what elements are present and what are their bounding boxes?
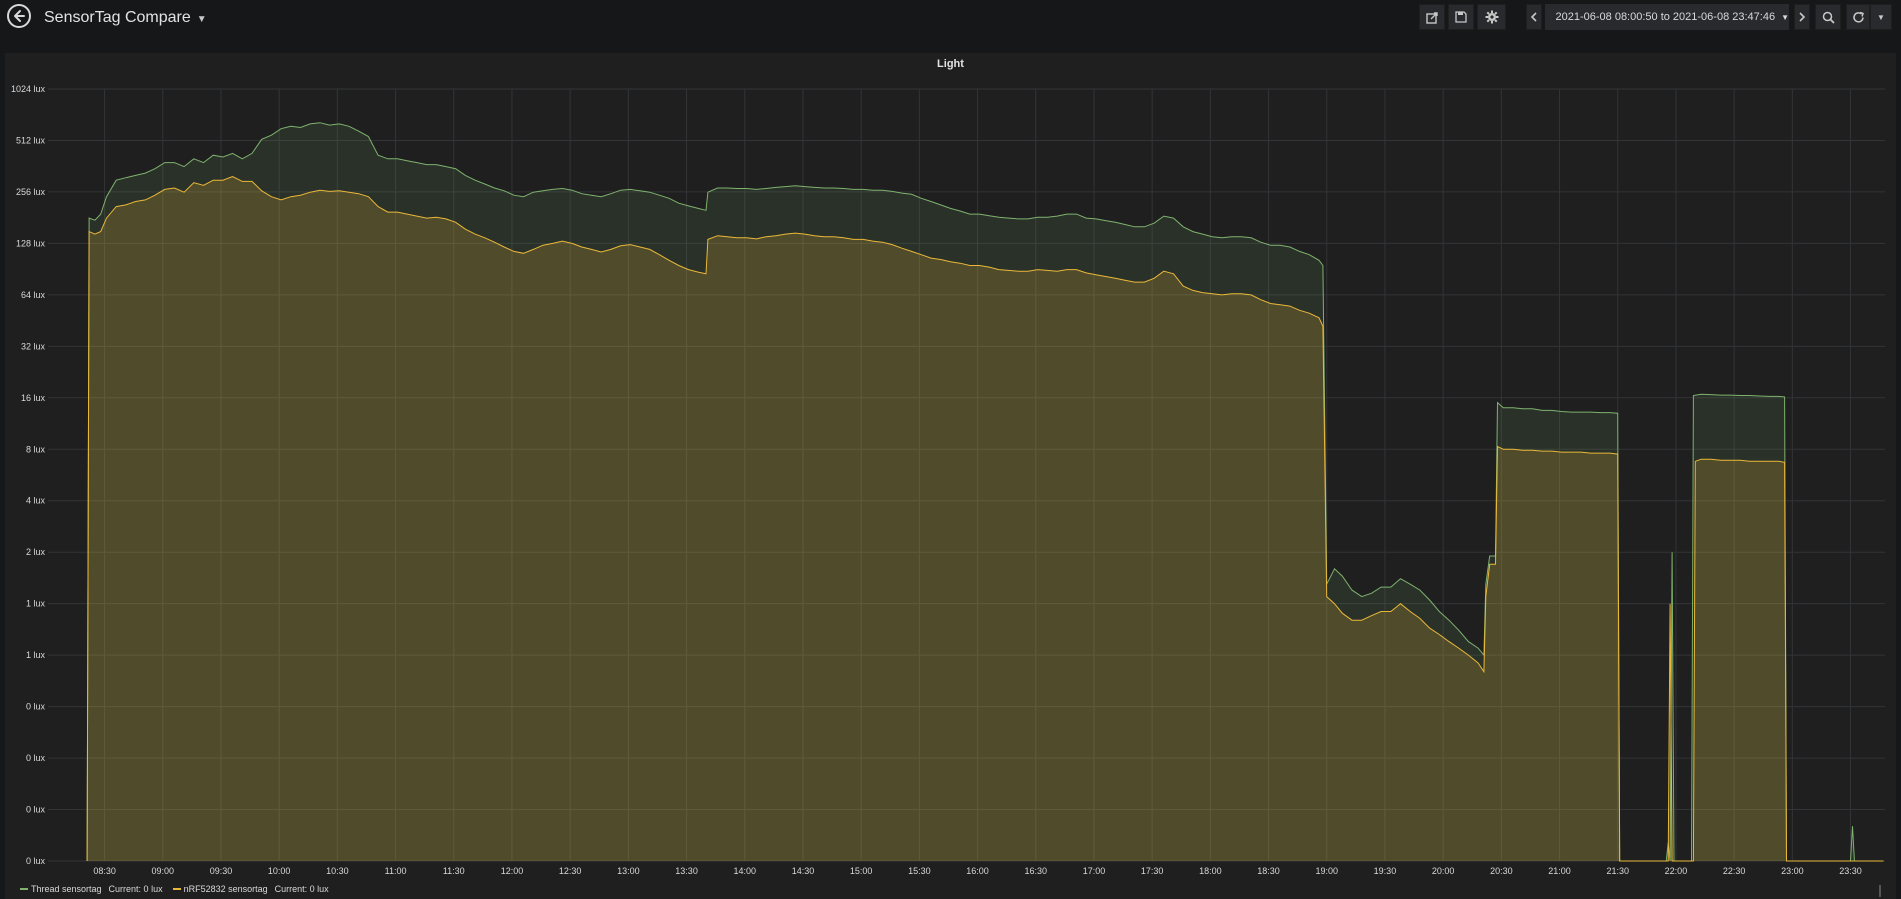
x-axis: 08:30 09:00 09:30 10:00 10:30 11:00 11:30 12:00…	[93, 866, 1861, 876]
x-tick-label: 21:00	[1548, 866, 1571, 876]
y-tick-label: 256 lux	[16, 187, 46, 197]
x-tick-label: 14:30	[792, 866, 815, 876]
legend-swatch	[20, 888, 28, 890]
x-tick-label: 13:00	[617, 866, 640, 876]
x-tick-label: 15:00	[850, 866, 873, 876]
legend-current: Current: 0 lux	[108, 884, 163, 894]
legend-item-nrf52832[interactable]: nRF52832 sensortag Current: 0 lux	[172, 884, 329, 894]
x-tick-label: 20:00	[1432, 866, 1455, 876]
x-tick-label: 16:00	[966, 866, 989, 876]
light-chart: 1024 lux 512 lux 256 lux 128 lux 64 lux 32 lu…	[11, 84, 1885, 876]
x-tick-label: 21:30	[1606, 866, 1629, 876]
x-tick-label: 10:00	[268, 866, 291, 876]
x-tick-label: 19:00	[1315, 866, 1338, 876]
legend-label: Thread sensortag	[31, 884, 102, 894]
x-tick-label: 10:30	[326, 866, 349, 876]
y-tick-label: 128 lux	[16, 238, 46, 248]
y-tick-label: 0 lux	[26, 753, 46, 763]
x-tick-label: 22:00	[1665, 866, 1688, 876]
legend-label: nRF52832 sensortag	[183, 884, 268, 894]
x-tick-label: 17:00	[1083, 866, 1106, 876]
y-tick-label: 0 lux	[26, 805, 46, 815]
y-tick-label: 2 lux	[26, 547, 46, 557]
legend-swatch	[172, 888, 181, 890]
x-tick-label: 12:00	[501, 866, 524, 876]
x-tick-label: 13:30	[675, 866, 698, 876]
x-tick-label: 22:30	[1723, 866, 1746, 876]
x-tick-label: 14:00	[733, 866, 756, 876]
y-tick-label: 4 lux	[26, 496, 46, 506]
x-tick-label: 09:00	[152, 866, 175, 876]
x-tick-label: 18:00	[1199, 866, 1222, 876]
x-tick-label: 19:30	[1374, 866, 1397, 876]
x-tick-label: 23:00	[1781, 866, 1804, 876]
x-tick-label: 20:30	[1490, 866, 1513, 876]
chart-series	[86, 122, 1884, 862]
x-tick-label: 23:30	[1839, 866, 1862, 876]
y-tick-label: 1024 lux	[11, 84, 46, 94]
x-tick-label: 08:30	[93, 866, 116, 876]
scrollbar[interactable]	[1879, 885, 1881, 897]
y-tick-label: 32 lux	[21, 341, 46, 351]
x-tick-label: 09:30	[210, 866, 233, 876]
y-tick-label: 16 lux	[21, 393, 46, 403]
legend-current: Current: 0 lux	[274, 884, 329, 894]
x-tick-label: 16:30	[1024, 866, 1047, 876]
x-tick-label: 11:30	[443, 866, 465, 876]
legend-item-thread[interactable]: Thread sensortag Current: 0 lux	[20, 884, 163, 894]
y-tick-label: 1 lux	[26, 599, 46, 609]
x-tick-label: 12:30	[559, 866, 582, 876]
y-tick-label: 0 lux	[26, 702, 46, 712]
y-axis: 1024 lux 512 lux 256 lux 128 lux 64 lux 32 lu…	[11, 84, 46, 866]
y-tick-label: 8 lux	[26, 444, 46, 454]
x-tick-label: 18:30	[1257, 866, 1280, 876]
chart-legend: Thread sensortag Current: 0 lux nRF52832…	[20, 884, 329, 894]
x-tick-label: 17:30	[1141, 866, 1164, 876]
y-tick-label: 512 lux	[16, 135, 46, 145]
x-tick-label: 11:00	[385, 866, 407, 876]
y-tick-label: 1 lux	[26, 650, 46, 660]
y-tick-label: 0 lux	[26, 856, 46, 866]
x-tick-label: 15:30	[908, 866, 931, 876]
y-tick-label: 64 lux	[21, 290, 46, 300]
series-area	[87, 176, 1884, 861]
